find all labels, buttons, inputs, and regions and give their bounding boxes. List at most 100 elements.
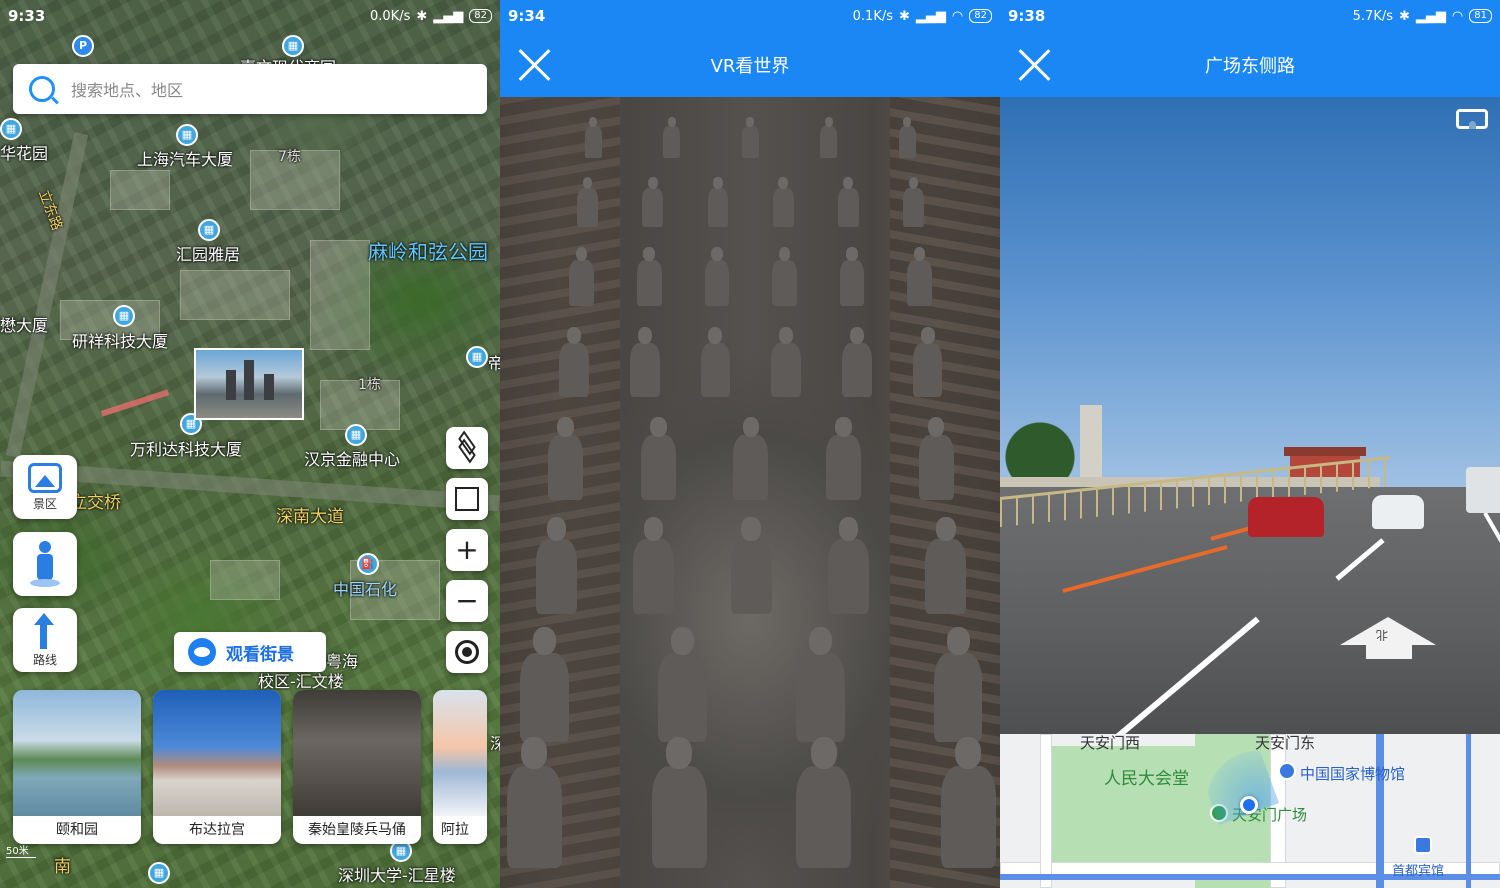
network-speed: 0.0K/s <box>370 8 411 24</box>
building-block <box>180 270 290 320</box>
panorama-view[interactable] <box>500 97 1000 888</box>
crop-icon <box>455 487 479 511</box>
pegman-icon <box>30 541 60 587</box>
status-bar: 9:34 0.1K/s ✱ ▂▄▆ ◠ 82 <box>500 0 1000 32</box>
mini-map[interactable]: 天安门西 天安门东 人民大会堂 中国国家博物馆 天安门广场 首都宾馆 <box>1000 734 1500 888</box>
map-road <box>1040 734 1052 888</box>
status-right: 5.7K/s ✱ ▂▄▆ ◠ 81 <box>1353 9 1492 24</box>
museum-icon[interactable] <box>1278 762 1296 780</box>
current-position-marker <box>1240 796 1258 814</box>
parking-icon[interactable]: P <box>72 35 94 57</box>
scenic-card-image <box>13 690 141 816</box>
map-label-road: 深南大道 <box>276 507 344 527</box>
map-label-road: 南 <box>54 857 71 877</box>
minimap-label: 天安门西 <box>1080 734 1141 752</box>
minimap-label: 天安门东 <box>1255 734 1316 752</box>
bluetooth-icon: ✱ <box>899 8 910 24</box>
car <box>1248 497 1324 537</box>
direction-arrow[interactable]: 北 <box>1340 617 1436 661</box>
map-road-highlighted <box>1466 734 1471 888</box>
hotel-icon[interactable] <box>1414 836 1432 854</box>
map-label: 1栋 <box>358 377 381 393</box>
scenic-card[interactable]: 颐和园 <box>13 690 141 844</box>
north-label: 北 <box>1376 628 1389 642</box>
battery-icon: 82 <box>969 9 992 23</box>
signal-icon: ▂▄▆ <box>915 8 946 24</box>
street-view-thumbnail[interactable] <box>194 348 304 420</box>
vr-glasses-icon[interactable] <box>1456 109 1488 129</box>
building-poi-icon[interactable]: ▦ <box>345 424 367 446</box>
bus <box>1466 467 1500 513</box>
minus-icon: − <box>455 584 479 617</box>
map-label-road: 立交桥 <box>70 493 121 513</box>
wifi-icon: ◠ <box>951 8 964 24</box>
eye-icon <box>188 638 216 666</box>
status-bar: 9:33 0.0K/s ✱ ▂▄▆ 82 <box>0 0 500 32</box>
zoom-out-button[interactable]: − <box>446 580 488 622</box>
route-button[interactable]: 路线 <box>13 608 77 672</box>
street-panorama[interactable]: 北 <box>1000 97 1500 734</box>
page-title: VR看世界 <box>710 56 790 77</box>
vr-world-screen: 9:34 0.1K/s ✱ ▂▄▆ ◠ 82 VR看世界 <box>500 0 1000 888</box>
zoom-in-button[interactable]: + <box>446 529 488 571</box>
scenic-card-label: 颐和园 <box>56 822 98 838</box>
map-label: 深圳大学-汇星楼 <box>338 866 456 885</box>
page-title: 广场东侧路 <box>1205 56 1295 77</box>
network-speed: 0.1K/s <box>852 8 894 24</box>
map-scale: 50米 <box>6 842 36 858</box>
map-label: 万利达科技大厦 <box>130 440 243 459</box>
map-label: 汇园雅居 <box>176 245 241 264</box>
route-icon <box>28 612 62 649</box>
map-label: 华花园 <box>0 144 49 163</box>
wifi-icon: ◠ <box>1451 8 1464 24</box>
scenic-card-image <box>153 690 281 816</box>
scenic-card[interactable]: 阿拉 <box>433 690 487 844</box>
locate-icon <box>455 640 479 664</box>
map-label: 懋大厦 <box>0 316 49 335</box>
scenic-card-label: 秦始皇陵兵马俑 <box>308 822 406 838</box>
network-speed: 5.7K/s <box>1352 8 1394 24</box>
map-label: 7栋 <box>278 149 301 165</box>
scenic-card-label: 布达拉宫 <box>189 822 245 838</box>
battery-icon: 82 <box>469 9 492 23</box>
building-poi-icon[interactable]: ▦ <box>113 305 135 327</box>
status-right: 0.1K/s ✱ ▂▄▆ ◠ 82 <box>853 9 992 24</box>
signal-icon: ▂▄▆ <box>1415 8 1446 24</box>
watch-street-view-label: 观看街景 <box>226 644 294 665</box>
status-time: 9:34 <box>508 7 546 25</box>
bluetooth-icon: ✱ <box>416 8 428 24</box>
scenic-card[interactable]: 秦始皇陵兵马俑 <box>293 690 421 844</box>
scenic-card-label: 阿拉 <box>441 822 469 838</box>
status-time: 9:33 <box>8 7 46 25</box>
status-time: 9:38 <box>1008 7 1046 25</box>
crop-button[interactable] <box>446 478 488 520</box>
thumb-building <box>264 374 274 400</box>
status-right: 0.0K/s ✱ ▂▄▆ 82 <box>370 9 492 24</box>
car <box>1372 495 1424 529</box>
search-placeholder: 搜索地点、地区 <box>71 81 184 100</box>
status-bar: 9:38 5.7K/s ✱ ▂▄▆ ◠ 81 <box>1000 0 1500 32</box>
scenic-label: 景区 <box>32 496 57 511</box>
minimap-label: 人民大会堂 <box>1104 769 1189 789</box>
plus-icon: + <box>455 533 479 566</box>
building-poi-icon[interactable]: ▦ <box>466 346 488 368</box>
thumb-building <box>226 370 236 400</box>
building-poi-icon[interactable]: ▦ <box>148 862 170 884</box>
search-input[interactable]: 搜索地点、地区 <box>13 64 487 114</box>
minimap-label: 首都宾馆 <box>1392 864 1445 879</box>
gas-station-icon[interactable]: ⛽ <box>357 553 379 575</box>
header-bar: 9:38 5.7K/s ✱ ▂▄▆ ◠ 81 广场东侧路 <box>1000 0 1500 97</box>
locate-button[interactable] <box>446 631 488 673</box>
building-poi-icon[interactable]: ▦ <box>176 124 198 146</box>
layers-button[interactable] <box>446 427 488 469</box>
map-label-park: 麻岭和弦公园 <box>368 240 488 264</box>
scenic-button[interactable]: 景区 <box>13 455 77 519</box>
scenic-card[interactable]: 布达拉宫 <box>153 690 281 844</box>
building-poi-icon[interactable]: ▦ <box>198 219 220 241</box>
building-poi-icon[interactable]: ▦ <box>0 118 22 140</box>
scenic-card-image <box>433 690 487 816</box>
map-label: 中国石化 <box>333 580 398 599</box>
layers-icon <box>455 430 479 464</box>
street-view-person-button[interactable] <box>13 532 77 596</box>
watch-street-view-button[interactable]: 观看街景 <box>174 632 326 672</box>
